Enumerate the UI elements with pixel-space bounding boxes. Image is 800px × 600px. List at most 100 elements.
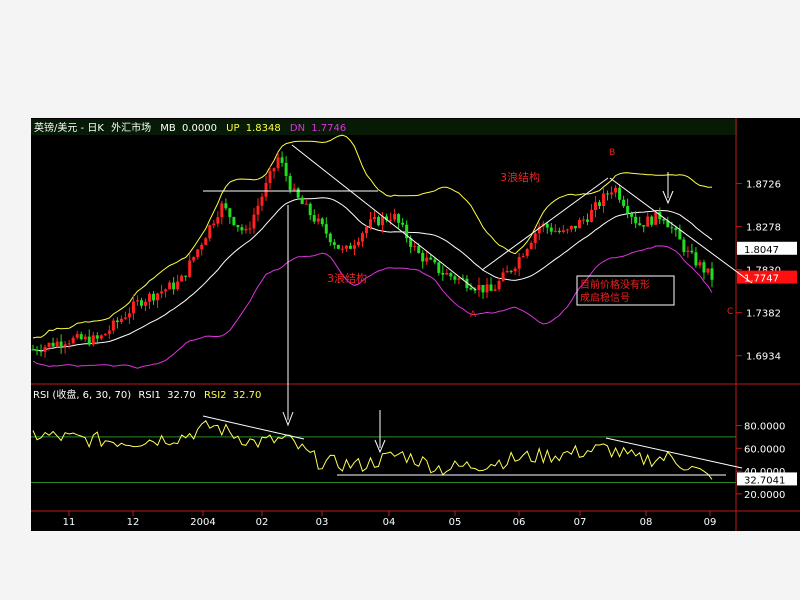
- candle-body: [304, 203, 308, 205]
- candle-body: [204, 238, 208, 245]
- candle-body: [79, 334, 83, 340]
- candle-body: [216, 217, 220, 224]
- candle-body: [397, 214, 401, 223]
- forex-chart: 英镑/美元 - 日K 外汇市场 MB 0.0000 UP 1.8348 DN 1…: [31, 118, 800, 531]
- candle-body: [505, 270, 509, 273]
- price-tag-label: 1.8047: [744, 245, 779, 256]
- candle-body: [328, 233, 332, 243]
- candle-body: [517, 257, 521, 269]
- candle-body: [35, 349, 39, 352]
- candle-body: [360, 233, 364, 242]
- x-tick-label: 06: [513, 517, 526, 528]
- candle-body: [581, 219, 585, 221]
- x-tick-label: 09: [704, 517, 717, 528]
- candle-body: [156, 293, 160, 301]
- candle-body: [557, 230, 561, 232]
- candle-body: [212, 223, 216, 226]
- x-tick-label: 08: [640, 517, 653, 528]
- candle-body: [598, 202, 602, 206]
- wave-label-1: 3浪结构: [500, 170, 540, 184]
- note-line-1: 目前价格没有形: [580, 278, 650, 291]
- candle-body: [164, 289, 168, 292]
- candle-body: [549, 227, 553, 232]
- candle-body: [606, 193, 610, 195]
- candle-body: [91, 335, 95, 345]
- candle-body: [324, 224, 328, 234]
- candle-body: [272, 168, 276, 172]
- candle-body: [694, 252, 698, 266]
- candle-body: [573, 225, 577, 229]
- candle-body: [650, 216, 654, 225]
- candle-body: [493, 289, 497, 291]
- candle-body: [348, 245, 352, 249]
- candle-body: [180, 275, 184, 282]
- rsi-value-label: 32.7041: [744, 475, 785, 486]
- candle-body: [320, 218, 324, 225]
- candle-body: [111, 320, 115, 331]
- candle-body: [610, 192, 614, 195]
- candle-body: [364, 226, 368, 234]
- candle-body: [83, 336, 87, 340]
- candle-body: [139, 300, 143, 306]
- candle-body: [485, 284, 489, 293]
- candle-body: [160, 291, 164, 294]
- candle-body: [393, 214, 397, 220]
- candle-body: [184, 275, 188, 277]
- candle-body: [300, 197, 304, 205]
- candle-body: [336, 244, 340, 249]
- candle-body: [453, 276, 457, 280]
- candle-body: [497, 280, 501, 290]
- candle-body: [356, 241, 360, 246]
- candle-body: [47, 342, 51, 347]
- candle-body: [413, 246, 417, 248]
- candle-body: [312, 215, 316, 222]
- candle-body: [553, 230, 557, 232]
- point-c-label: C: [727, 307, 733, 317]
- candle-body: [686, 250, 690, 252]
- candle-body: [232, 217, 236, 226]
- candle-body: [702, 262, 706, 273]
- candle-body: [288, 175, 292, 190]
- candle-body: [670, 227, 674, 229]
- chart-header: 英镑/美元 - 日K 外汇市场 MB 0.0000 UP 1.8348 DN 1…: [34, 121, 346, 134]
- candle-body: [565, 229, 569, 231]
- candle-body: [95, 335, 99, 339]
- candle-body: [67, 343, 71, 345]
- candle-body: [449, 273, 453, 277]
- candle-body: [698, 262, 702, 266]
- candle-body: [401, 222, 405, 225]
- point-a-label: A: [470, 310, 477, 320]
- candle-body: [87, 336, 91, 345]
- candle-body: [228, 208, 232, 218]
- candle-body: [477, 285, 481, 291]
- candle-body: [529, 243, 533, 249]
- candle-body: [618, 187, 622, 200]
- candle-body: [589, 209, 593, 222]
- candle-body: [55, 341, 59, 347]
- candle-body: [168, 282, 172, 290]
- price-tick-label: 1.8726: [746, 180, 781, 191]
- candle-body: [445, 273, 449, 275]
- candle-body: [481, 285, 485, 293]
- candle-body: [260, 196, 264, 206]
- candle-body: [429, 257, 433, 260]
- candle-body: [501, 272, 505, 281]
- candle-body: [224, 203, 228, 209]
- candle-body: [710, 268, 714, 280]
- x-tick-label: 05: [449, 517, 462, 528]
- point-b-label: B: [609, 148, 615, 158]
- candle-body: [706, 268, 710, 273]
- candle-body: [148, 293, 152, 302]
- rsi-header: RSI (收盘, 6, 30, 70) RSI1 32.70 RSI2 32.7…: [33, 388, 261, 401]
- candle-body: [521, 255, 525, 258]
- candle-body: [513, 268, 517, 272]
- candle-body: [107, 330, 111, 334]
- candle-body: [248, 228, 252, 230]
- x-tick-label: 03: [316, 517, 329, 528]
- candle-body: [678, 229, 682, 240]
- candle-body: [441, 272, 445, 275]
- candle-body: [316, 218, 320, 222]
- price-tag-label: 1.7747: [744, 274, 779, 285]
- candle-body: [674, 228, 678, 230]
- candle-body: [127, 313, 131, 318]
